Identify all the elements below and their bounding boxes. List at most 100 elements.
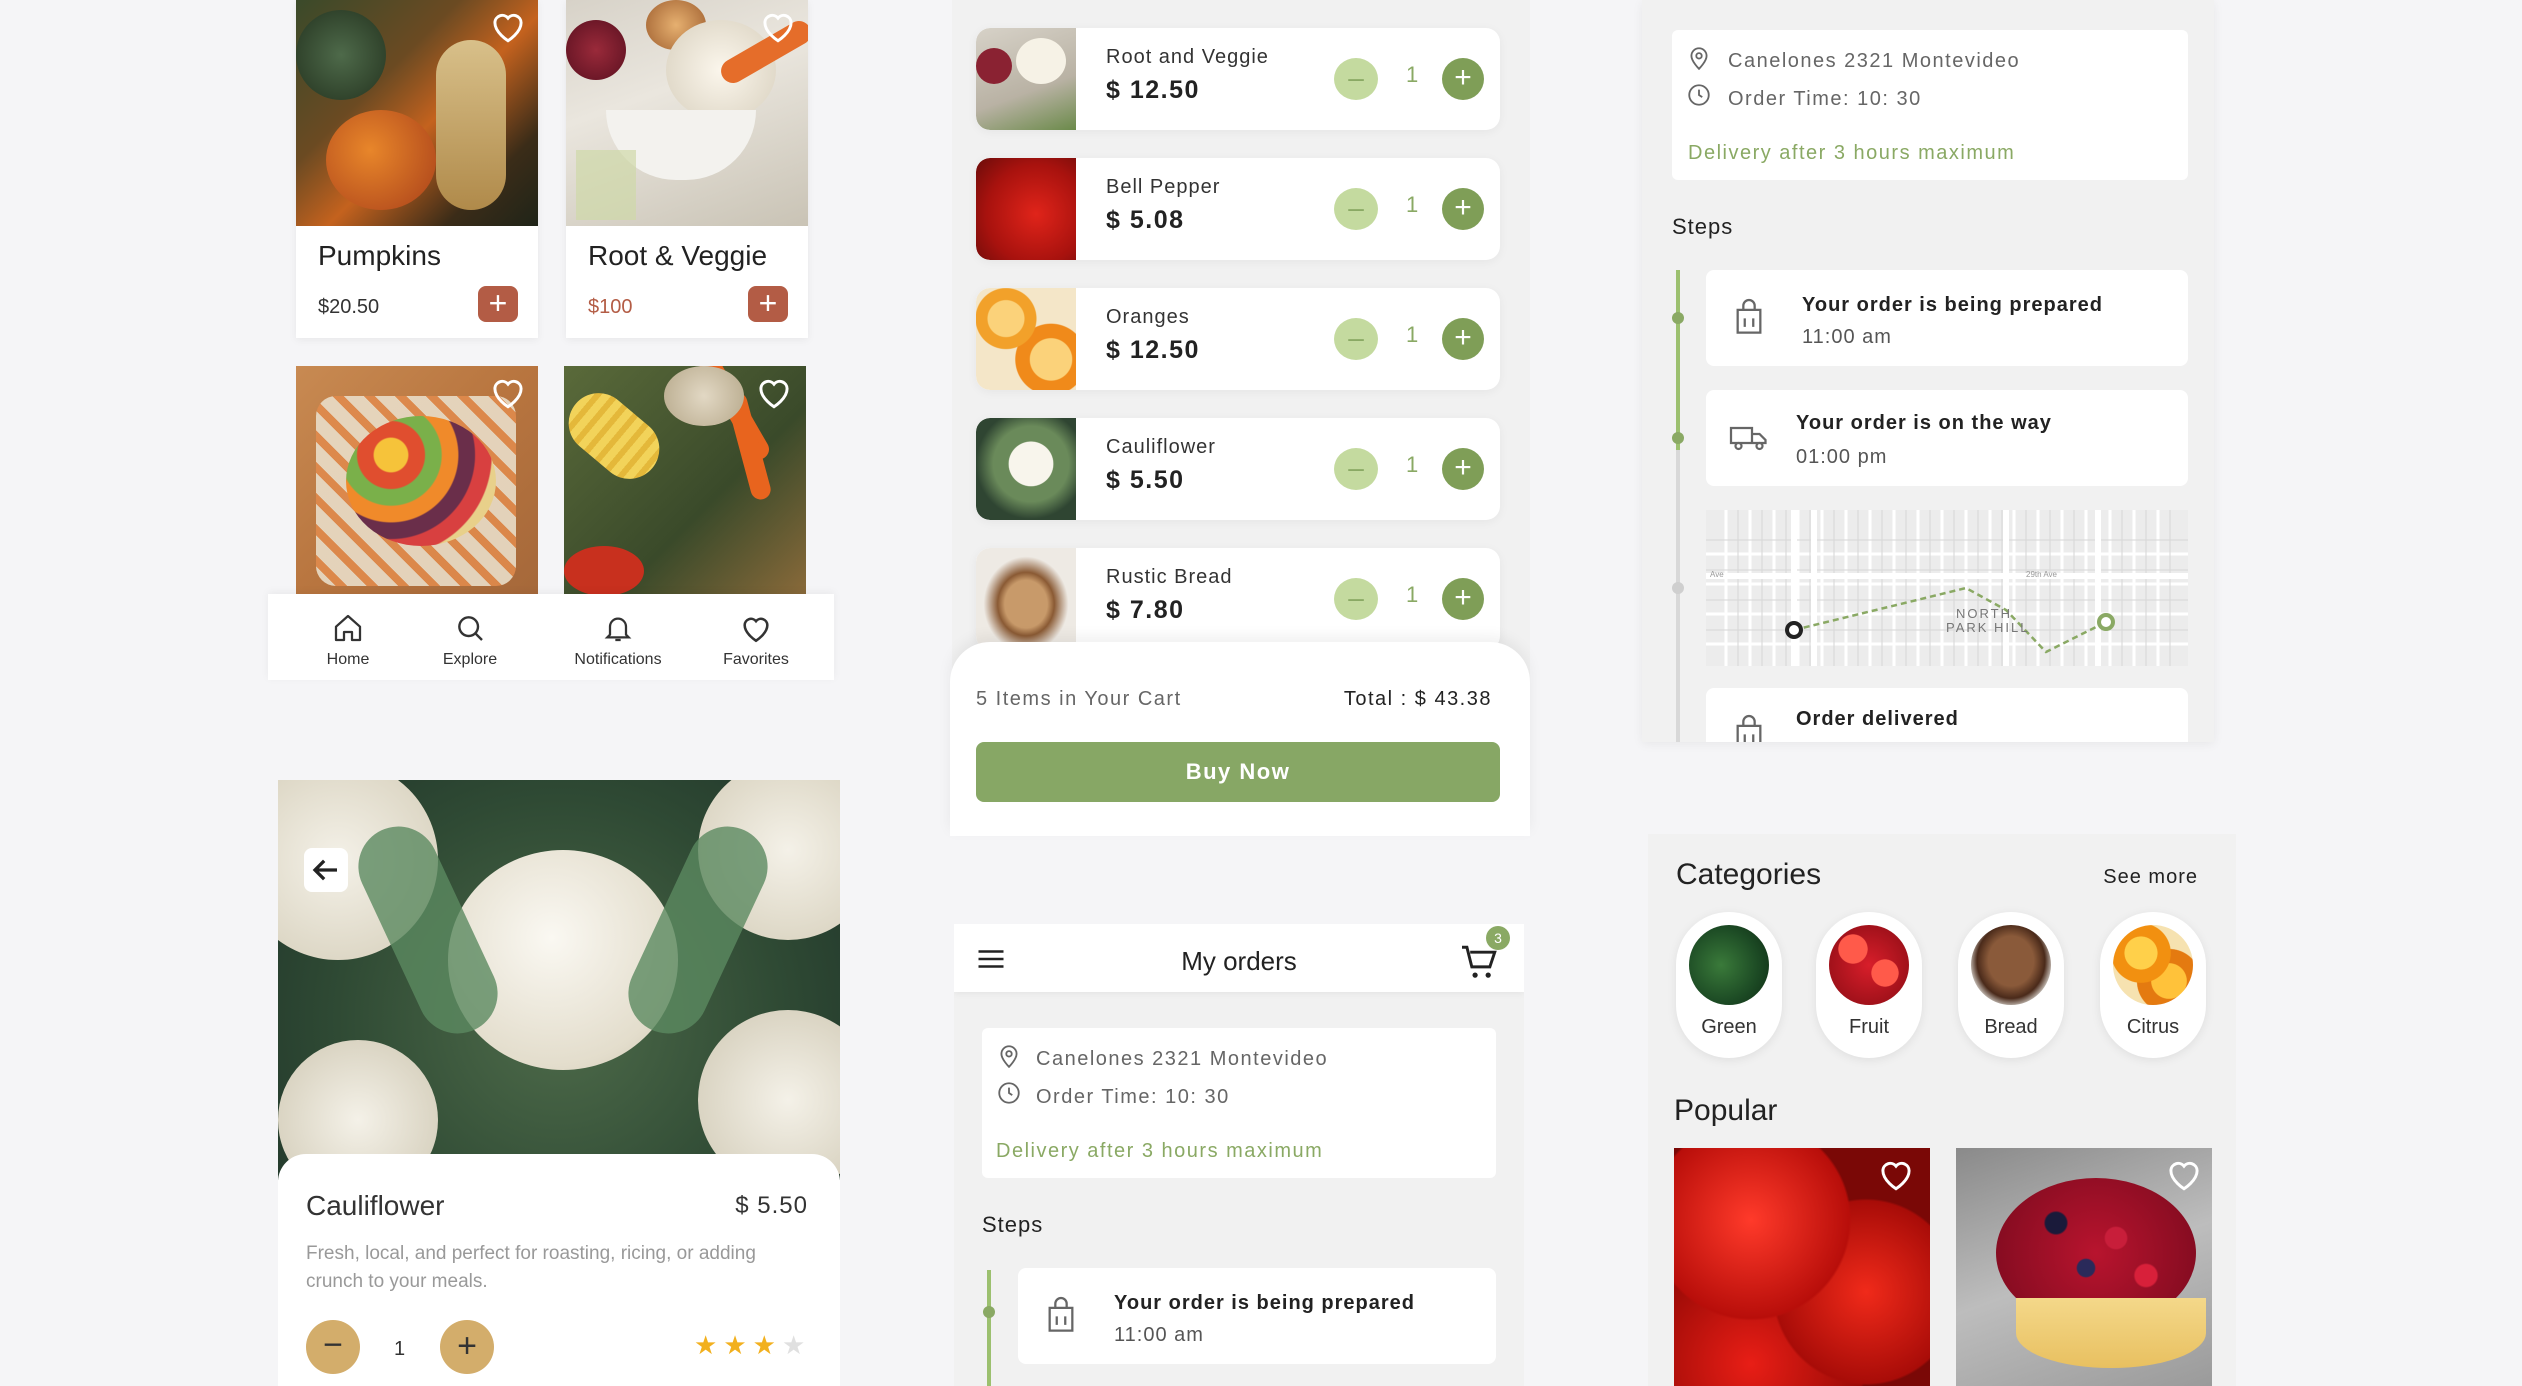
map-street-label: Ave [1710,570,1724,579]
bottom-nav: Home Explore Notifications Favorites [268,594,834,680]
shopping-bag-icon [1048,1296,1074,1332]
popular-heading: Popular [1674,1094,1778,1127]
order-step: Your order is being prepared 11:00 am [1706,270,2188,366]
product-name: Root & Veggie [588,240,768,271]
cart-item-name: Rustic Bread [1106,566,1233,588]
product-price: $ 5.50 [735,1192,808,1219]
green-vegetables-photo [1689,925,1769,1005]
product-price: $100 [588,296,633,318]
product-card[interactable]: Pumpkins $20.50 + [296,0,538,338]
category-bread[interactable]: Bread [1958,912,2064,1058]
see-more-link[interactable]: See more [2103,866,2198,889]
detail-sheet: Cauliflower $ 5.50 Fresh, local, and per… [278,1154,840,1386]
nav-label: Notifications [574,651,662,668]
product-description: Fresh, local, and perfect for roasting, … [306,1243,756,1292]
decrease-button[interactable]: – [1334,188,1378,230]
increase-button[interactable]: + [1442,318,1484,360]
cart-item-price: $ 5.08 [1106,206,1185,234]
location-pin-icon [1000,1045,1018,1069]
route-map [1706,510,2188,666]
category-label: Bread [1984,1016,2038,1038]
location-pin-icon [1690,47,1708,71]
back-button[interactable] [304,848,348,892]
cart-item-name: Oranges [1106,306,1190,328]
bell-pepper-thumbnail [976,158,1076,260]
quantity-value: 1 [394,1338,406,1360]
app-header: My orders 3 [954,924,1524,992]
cauliflower-photo [278,780,840,1180]
decrease-button[interactable]: – [1334,318,1378,360]
cart-item: Bell Pepper $ 5.08 – 1 + [976,158,1500,260]
heart-icon[interactable] [1876,1156,1916,1192]
citrus-photo [2113,925,2193,1005]
increase-button[interactable]: + [1442,188,1484,230]
nav-item-explore[interactable]: Explore [420,612,520,672]
nav-label: Favorites [723,651,789,668]
delivery-note: Delivery after 3 hours maximum [996,1140,1324,1162]
oranges-thumbnail [976,288,1076,390]
cart-badge: 3 [1486,926,1510,950]
shopping-bag-icon [1736,714,1762,742]
nav-item-notifications[interactable]: Notifications [548,612,688,672]
cart-total: Total : $ 43.38 [1343,688,1492,710]
heart-icon[interactable] [488,374,528,410]
home-icon [334,614,362,642]
rustic-bread-thumbnail [976,548,1076,650]
star-icon: ★ [723,1330,747,1360]
cart-item-price: $ 12.50 [1106,336,1200,364]
order-address: Canelones 2321 Montevideo [1728,50,2021,72]
cart-item: Root and Veggie $ 12.50 – 1 + [976,28,1500,130]
product-detail-screen: Cauliflower $ 5.50 Fresh, local, and per… [278,780,840,1386]
nav-item-favorites[interactable]: Favorites [706,612,806,672]
order-address: Canelones 2321 Montevideo [1036,1048,1329,1070]
product-card[interactable]: Root & Veggie $100 + [566,0,808,338]
steps-heading: Steps [1672,214,1734,239]
rating-stars: ★ ★ ★ ★ [694,1330,824,1360]
increase-button[interactable]: + [1442,448,1484,490]
category-label: Green [1701,1016,1757,1038]
step-title: Order delivered [1796,708,1959,730]
increase-button[interactable]: + [1442,58,1484,100]
categories-heading: Categories [1676,858,1822,891]
map-neighborhood-label: NORTH [1956,606,2012,621]
heart-icon[interactable] [488,8,528,44]
category-fruit[interactable]: Fruit [1816,912,1922,1058]
decrease-button[interactable]: – [1334,58,1378,100]
cart-summary-sheet: 5 Items in Your Cart Total : $ 43.38 Buy… [950,642,1530,836]
heart-icon[interactable] [758,8,798,44]
order-info-card: Canelones 2321 Montevideo Order Time: 10… [1672,30,2188,180]
bread-photo [1971,925,2051,1005]
quantity-value: 1 [1406,452,1419,477]
category-citrus[interactable]: Citrus [2100,912,2206,1058]
quantity-value: 1 [1406,62,1419,87]
step-time: 11:00 am [1802,326,1892,348]
search-icon [458,616,483,641]
order-step: Your order is being prepared 11:00 am [1018,1268,1496,1364]
decrease-button[interactable]: – [1334,578,1378,620]
categories-screen: Categories See more Green Fruit Bread Ci… [1648,834,2236,1386]
cart-item-price: $ 5.50 [1106,466,1185,494]
heart-icon[interactable] [754,374,794,410]
cart-item-name: Root and Veggie [1106,46,1269,68]
add-to-cart-button[interactable]: + [748,286,788,322]
order-info-card: Canelones 2321 Montevideo Order Time: 10… [982,1028,1496,1178]
step-time: 01:00 pm [1796,446,1888,468]
increase-button[interactable]: + [1442,578,1484,620]
decrease-button[interactable]: – [1334,448,1378,490]
shopping-bag-icon [1736,298,1762,334]
nav-item-home[interactable]: Home [298,612,398,672]
quantity-increase-button[interactable]: + [440,1320,494,1374]
product-name: Cauliflower [306,1190,445,1221]
delivery-map[interactable]: NORTH PARK HILL 29th Ave Ave [1706,510,2188,666]
order-time: Order Time: 10: 30 [1728,88,1922,110]
add-to-cart-button[interactable]: + [478,286,518,322]
steps-timeline [1676,270,1680,450]
cauliflower-thumbnail [976,418,1076,520]
quantity-decrease-button[interactable]: − [306,1320,360,1374]
heart-icon [743,617,769,643]
heart-icon[interactable] [2164,1156,2204,1192]
buy-now-button[interactable]: Buy Now [976,742,1500,802]
product-grid-screen: Pumpkins $20.50 + Root & Veggie $100 + H… [268,0,834,680]
category-green[interactable]: Green [1676,912,1782,1058]
star-icon: ★ [781,1330,806,1360]
